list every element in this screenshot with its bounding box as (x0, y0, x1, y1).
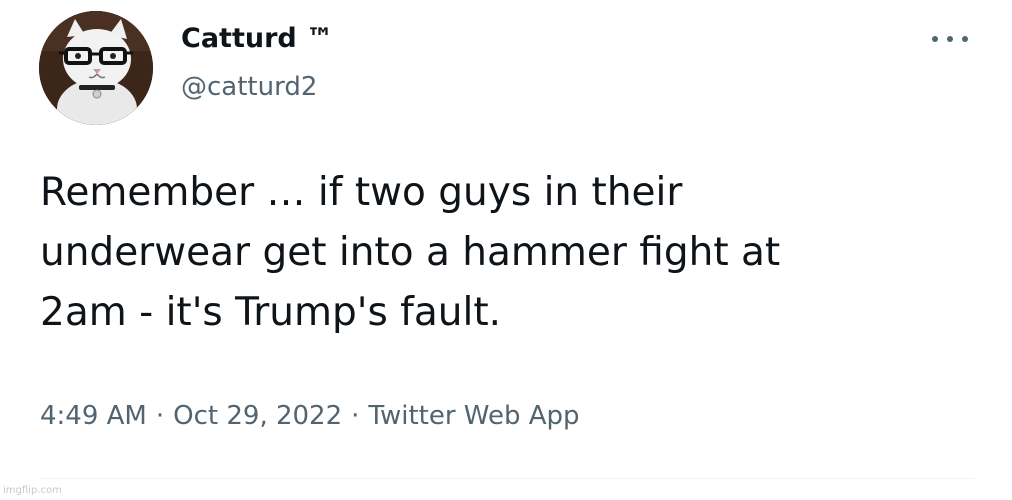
tweet-text-line: Remember … if two guys in their (40, 170, 683, 215)
tweet-source[interactable]: Twitter Web App (368, 401, 579, 431)
tweet-meta: 4:49 AM · Oct 29, 2022 · Twitter Web App (40, 396, 580, 436)
tweet-card: Catturd ™ @catturd2 Remember … if two gu… (0, 0, 1012, 500)
tweet-time[interactable]: 4:49 AM (40, 401, 147, 431)
author-display-name[interactable]: Catturd ™ (181, 22, 333, 56)
dot-icon (962, 36, 968, 42)
more-options-icon[interactable] (928, 26, 972, 52)
divider (40, 478, 975, 479)
watermark: imgflip.com (3, 485, 62, 496)
tweet-text-line: 2am - it's Trump's fault. (40, 290, 502, 335)
dot-icon (947, 36, 953, 42)
dot-icon (932, 36, 938, 42)
author-handle[interactable]: @catturd2 (181, 70, 317, 104)
meta-separator: · (351, 401, 360, 431)
tweet-text-line: underwear get into a hammer fight at (40, 230, 781, 275)
tweet-date[interactable]: Oct 29, 2022 (173, 401, 342, 431)
meta-separator: · (155, 401, 165, 431)
cat-avatar-icon (39, 11, 153, 125)
tweet-text: Remember … if two guys in their underwea… (40, 163, 970, 343)
avatar[interactable] (39, 11, 153, 125)
